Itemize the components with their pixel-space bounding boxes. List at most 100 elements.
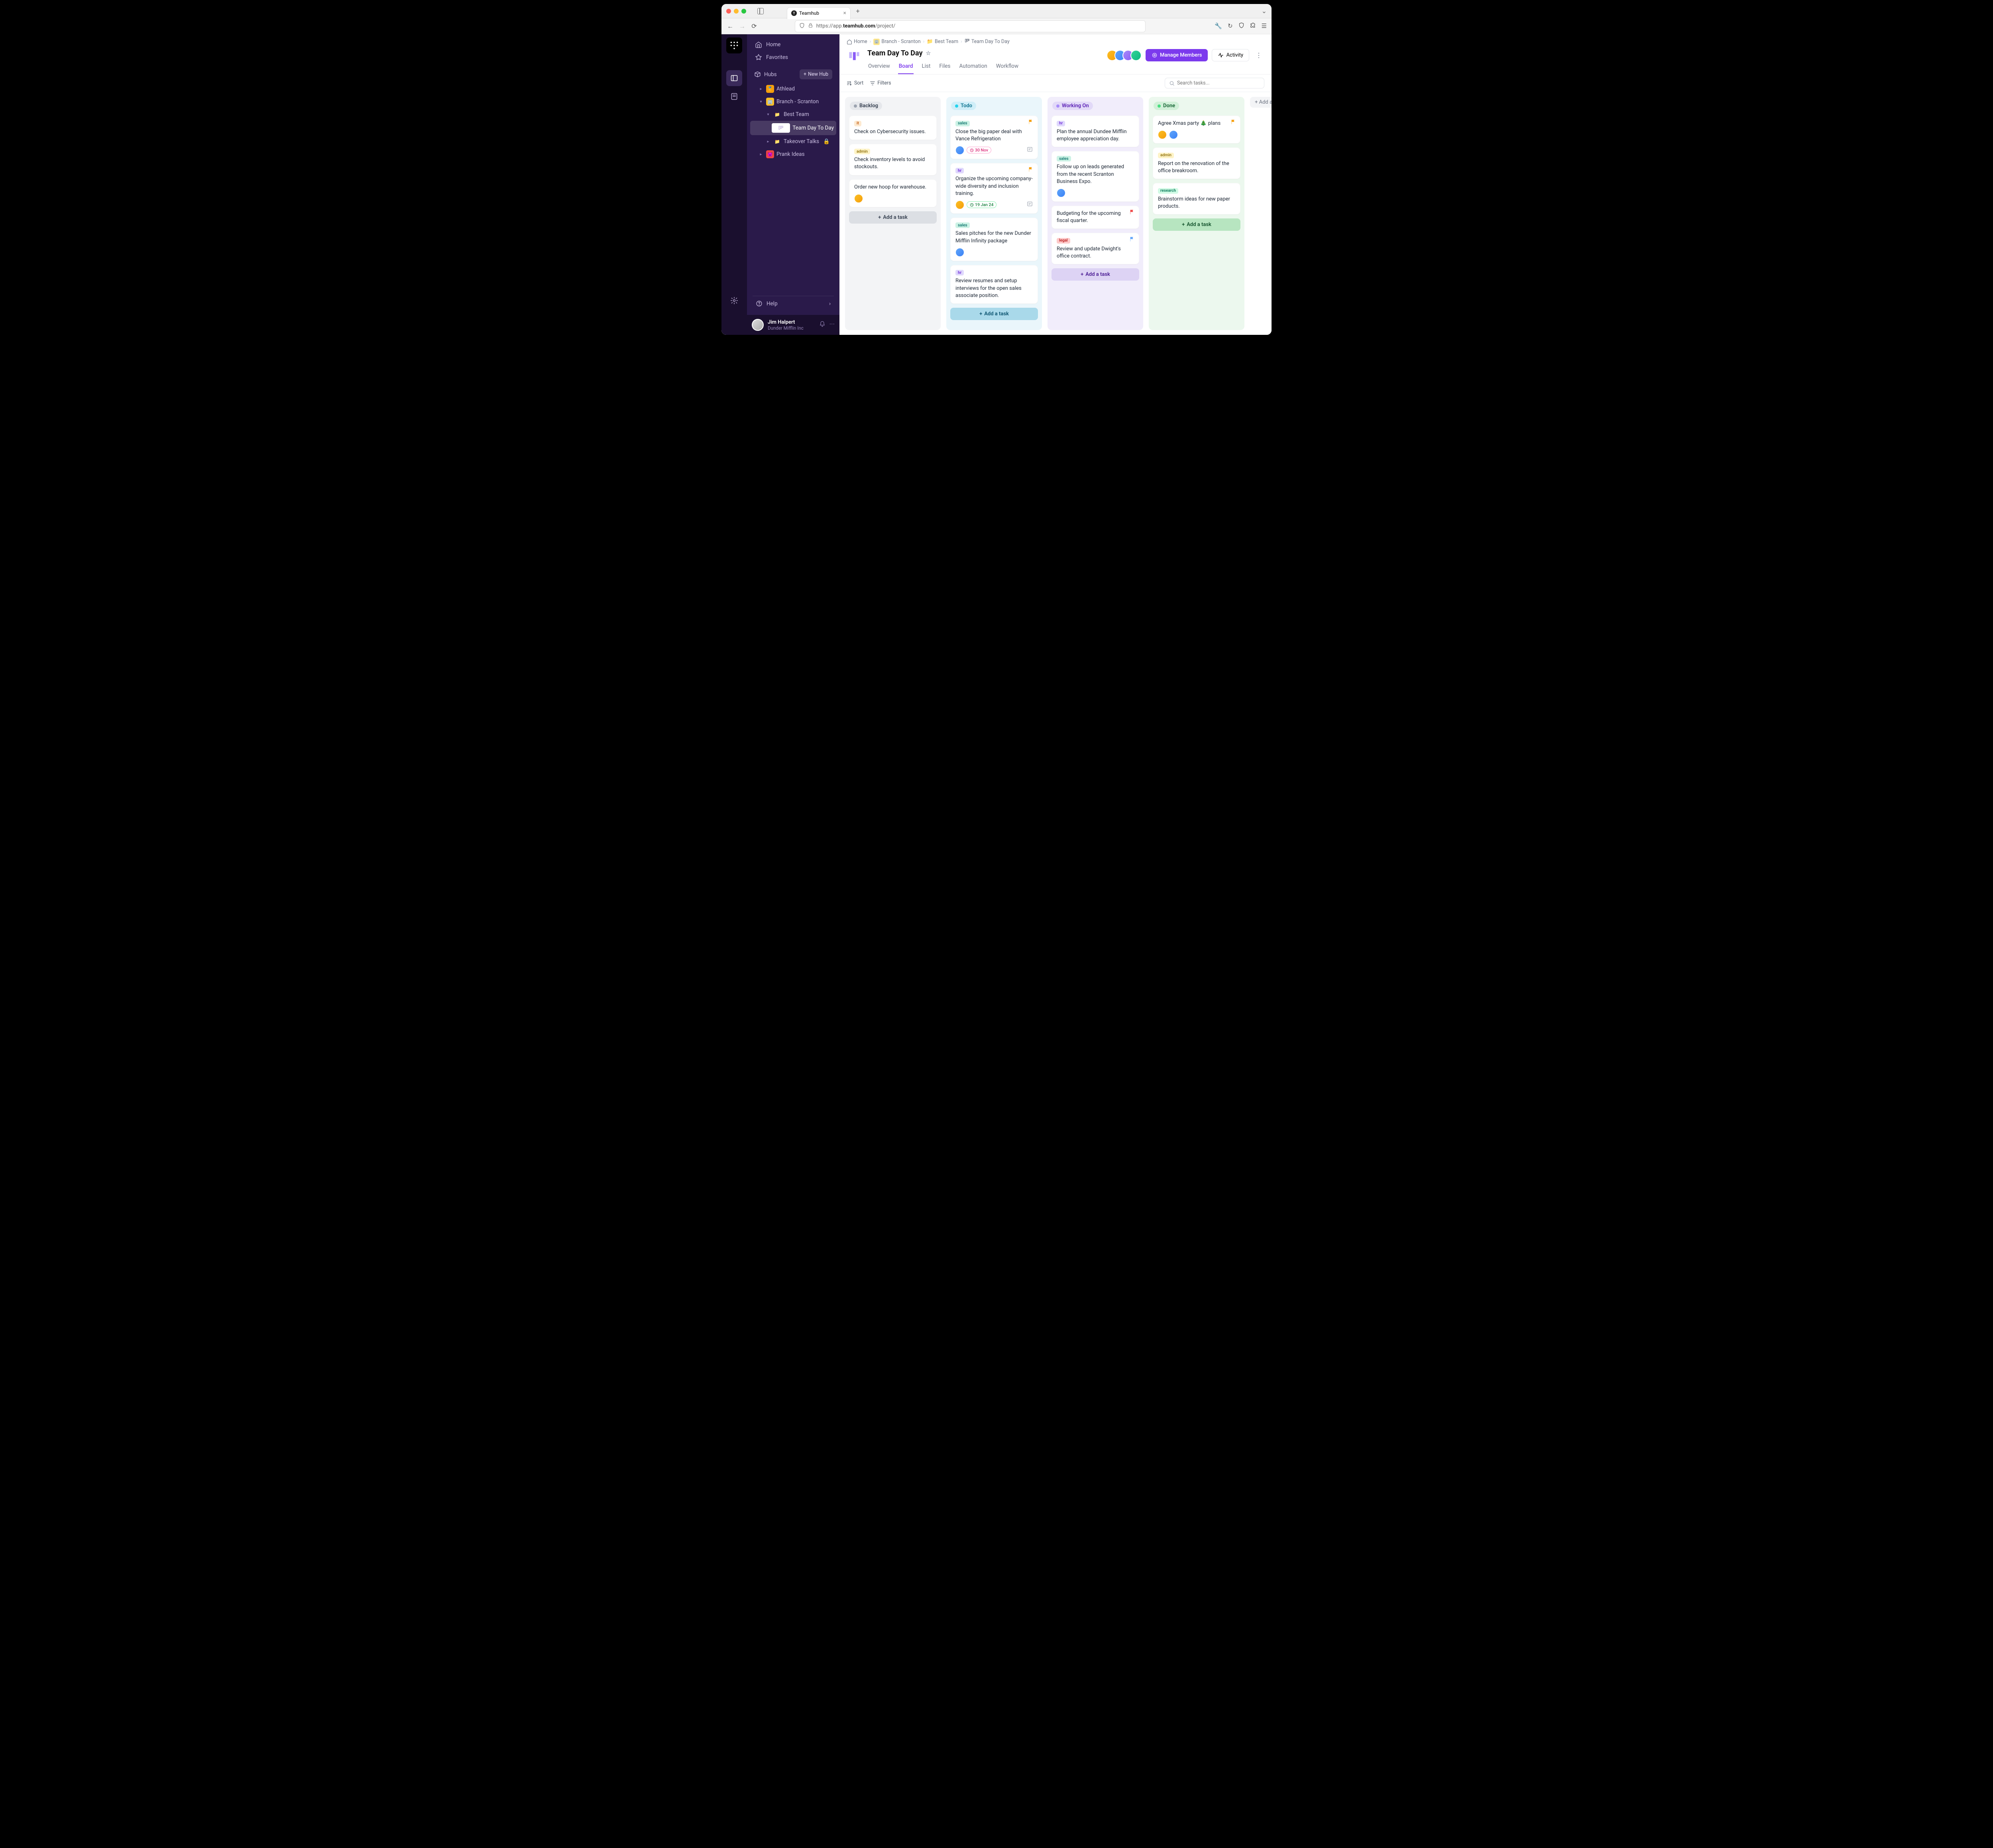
tab-list[interactable]: List — [921, 61, 931, 74]
tab-automation[interactable]: Automation — [959, 61, 988, 74]
hub-prank-ideas[interactable]: ▸😈Prank Ideas — [750, 148, 836, 161]
new-tab-button[interactable]: + — [853, 6, 863, 16]
column-title-pill[interactable]: Done — [1154, 102, 1179, 110]
side-nav: Home Favorites Hubs + New Hub ▸🏅Athlead … — [747, 34, 839, 335]
nav-forward-button[interactable]: → — [738, 22, 746, 30]
project-team-day-to-day[interactable]: Team Day To Day — [750, 121, 836, 135]
nav-help[interactable]: Help› — [753, 296, 834, 311]
more-icon[interactable]: ⋯ — [829, 321, 835, 329]
task-card[interactable]: hrOrganize the upcoming company-wide div… — [950, 163, 1038, 214]
folder-best-team[interactable]: ▾📁Best Team — [750, 108, 836, 121]
avatar — [955, 201, 964, 209]
bell-icon[interactable] — [819, 321, 826, 329]
folder-icon: 📁 — [927, 39, 933, 45]
url-bar[interactable]: https://app.teamhub.com/project/ — [795, 20, 1146, 32]
task-title: Organize the upcoming company-wide diver… — [955, 175, 1033, 197]
nav-home[interactable]: Home — [752, 38, 835, 51]
nav-reload-button[interactable]: ⟳ — [750, 22, 758, 30]
window-close[interactable] — [726, 9, 731, 14]
chevron-right-icon: › — [961, 39, 962, 45]
member-avatars[interactable] — [1110, 50, 1142, 61]
task-card[interactable]: Agree Xmas party 🎄 plans — [1153, 116, 1240, 144]
task-title: Budgeting for the upcoming fiscal quarte… — [1057, 210, 1134, 224]
breadcrumb-hub[interactable]: 🏢Branch - Scranton — [873, 39, 920, 45]
window-maximize[interactable] — [741, 9, 746, 14]
flag-icon — [1129, 236, 1135, 244]
task-card[interactable]: salesClose the big paper deal with Vance… — [950, 116, 1038, 159]
task-card[interactable]: hrPlan the annual Dundee Mifflin employe… — [1052, 116, 1139, 147]
browser-toolbar: ← → ⟳ https://app.teamhub.com/project/ 🔧… — [721, 18, 1272, 34]
column-header: Working On — [1052, 101, 1139, 112]
hub-branch-scranton[interactable]: ▾🏢Branch - Scranton — [750, 95, 836, 108]
add-task-button[interactable]: + Add a task — [849, 211, 937, 224]
hub-label: Athlead — [776, 86, 795, 92]
sort-button[interactable]: Sort — [847, 80, 863, 86]
pocket-icon[interactable] — [1238, 22, 1244, 30]
sidebar-toggle-icon[interactable] — [757, 8, 764, 14]
add-task-label: Add a task — [883, 214, 908, 220]
add-task-button[interactable]: + Add a task — [1052, 268, 1139, 281]
hub-icon: 🏢 — [766, 98, 774, 106]
add-column-button[interactable]: + Add a new — [1250, 97, 1272, 108]
close-icon[interactable]: × — [843, 10, 846, 16]
activity-button[interactable]: Activity — [1212, 49, 1249, 61]
star-icon[interactable]: ☆ — [926, 50, 931, 57]
task-card[interactable]: adminCheck inventory levels to avoid sto… — [849, 144, 937, 175]
task-tag: legal — [1057, 238, 1070, 244]
breadcrumb-home[interactable]: Home — [847, 39, 867, 45]
browser-tab[interactable]: T Teamhub × — [787, 7, 851, 19]
tab-board[interactable]: Board — [898, 61, 914, 74]
nav-hubs-header[interactable]: Hubs — [754, 71, 796, 78]
column-done: Done Agree Xmas party 🎄 plans adminReport … — [1149, 97, 1244, 330]
extensions-icon[interactable] — [1250, 22, 1256, 30]
folder-takeover[interactable]: ▸📁Takeover Talks 🔒 — [750, 135, 836, 148]
breadcrumb-folder[interactable]: 📁Best Team — [927, 39, 958, 45]
task-card[interactable]: salesSales pitches for the new Dunder Mi… — [950, 218, 1038, 261]
tab-overview[interactable]: Overview — [867, 61, 891, 74]
task-card[interactable]: hrReview resumes and setup interviews fo… — [950, 265, 1038, 304]
task-card[interactable]: researchBrainstorm ideas for new paper p… — [1153, 183, 1240, 214]
hub-athlead[interactable]: ▸🏅Athlead — [750, 83, 836, 95]
task-card[interactable]: itCheck on Cybersecurity issues. — [849, 116, 937, 140]
rail-projects[interactable] — [726, 70, 742, 86]
add-task-button[interactable]: + Add a task — [950, 308, 1038, 320]
task-card[interactable]: legalReview and update Dwight's office c… — [1052, 233, 1139, 264]
nav-favorites[interactable]: Favorites — [752, 51, 835, 64]
breadcrumb-project[interactable]: Team Day To Day — [965, 38, 1010, 45]
filters-button[interactable]: Filters — [870, 80, 891, 86]
task-card[interactable]: Budgeting for the upcoming fiscal quarte… — [1052, 206, 1139, 229]
column-title-pill[interactable]: Backlog — [850, 102, 882, 110]
window-minimize[interactable] — [734, 9, 739, 14]
avatar — [955, 146, 964, 155]
nav-back-button[interactable]: ← — [726, 22, 734, 30]
tab-files[interactable]: Files — [938, 61, 951, 74]
rail-docs[interactable] — [726, 88, 742, 104]
manage-members-button[interactable]: Manage Members — [1146, 49, 1208, 61]
history-icon[interactable]: ↻ — [1228, 22, 1233, 30]
task-title: Agree Xmas party 🎄 plans — [1158, 120, 1235, 127]
user-block[interactable]: Jim Halpert Dunder Mifflin Inc ⋯ — [747, 315, 839, 335]
tabs-overflow-icon[interactable]: ⌄ — [1262, 7, 1267, 15]
tab-workflow[interactable]: Workflow — [995, 61, 1019, 74]
column-title-pill[interactable]: Todo — [951, 102, 976, 110]
window-controls — [726, 9, 746, 14]
page-title-row: Team Day To Day☆ — [867, 49, 1019, 57]
new-hub-button[interactable]: + New Hub — [800, 69, 832, 79]
avatar — [1158, 130, 1167, 139]
project-label: Team Day To Day — [792, 125, 834, 131]
devtools-icon[interactable]: 🔧 — [1215, 22, 1222, 30]
search-input[interactable] — [1177, 80, 1260, 86]
app-logo[interactable] — [726, 37, 742, 53]
column-title-pill[interactable]: Working On — [1052, 102, 1093, 110]
task-card[interactable]: Order new hoop for warehouse. — [849, 179, 937, 207]
add-task-button[interactable]: + Add a task — [1153, 218, 1240, 231]
rail-settings[interactable] — [726, 293, 742, 309]
search-box[interactable] — [1165, 78, 1264, 88]
hub-icon: 😈 — [766, 150, 774, 158]
task-title: Plan the annual Dundee Mifflin employee … — [1057, 128, 1134, 143]
more-icon[interactable]: ⋮ — [1253, 50, 1264, 61]
sort-label: Sort — [854, 80, 863, 86]
task-card[interactable]: salesFollow up on leads generated from t… — [1052, 151, 1139, 202]
menu-icon[interactable]: ☰ — [1262, 22, 1267, 30]
task-card[interactable]: adminReport on the renovation of the off… — [1153, 147, 1240, 179]
